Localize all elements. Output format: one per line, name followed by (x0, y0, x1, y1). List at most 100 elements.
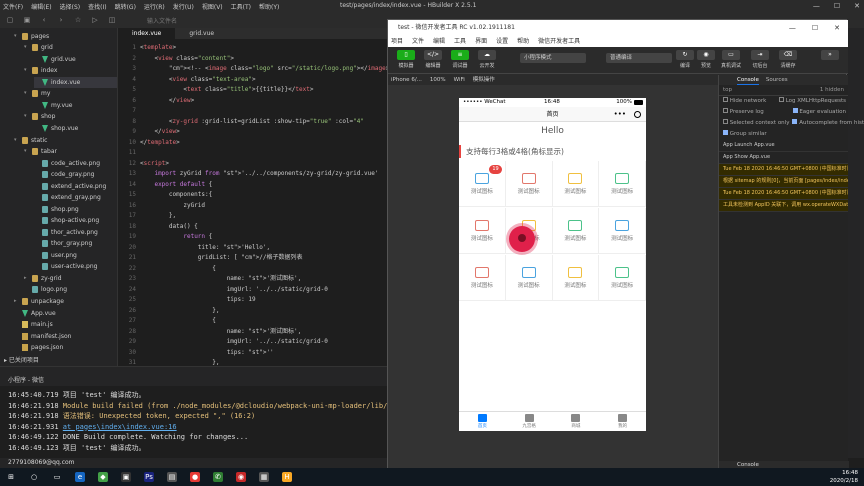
tabbar-item[interactable]: 商城 (553, 412, 600, 431)
background-button[interactable]: ⇥ 切后台 (748, 50, 772, 69)
wechat-icon[interactable]: ✆ (213, 472, 223, 482)
tree-item-js[interactable]: main.js (14, 319, 117, 330)
console-option[interactable]: Autocomplete from history (792, 118, 864, 129)
explorer-icon[interactable]: e (75, 472, 85, 482)
tabbar-item[interactable]: 九宫格 (506, 412, 553, 431)
devtools-menu-item[interactable]: 编辑 (433, 36, 445, 47)
console-option[interactable]: Eager evaluation (792, 107, 848, 118)
wechat-devtools-icon[interactable]: ◆ (98, 472, 108, 482)
closed-projects-label[interactable]: ▸ 已关闭项目 (4, 355, 39, 366)
status-user[interactable]: 2779108069@qq.com (8, 459, 75, 466)
preview-button[interactable]: ◉ 预览 (694, 50, 718, 69)
devtools-menu-item[interactable]: 界面 (475, 36, 487, 47)
tree-item-folder[interactable]: ▸ zy-grid (24, 273, 117, 284)
console-option[interactable]: Preserve log (723, 107, 764, 118)
new-file-icon[interactable]: ▢ (6, 16, 14, 24)
tree-item-png[interactable]: user.png (34, 250, 117, 261)
tree-item-png[interactable]: extend_gray.png (34, 192, 117, 203)
grid-item[interactable]: 测试图标 (459, 255, 506, 301)
grid-item[interactable]: 测试图标 (599, 208, 646, 254)
tree-item-folder[interactable]: ▾ grid (24, 42, 117, 53)
devtools-menu-item[interactable]: 微信开发者工具 (538, 36, 580, 47)
console-option[interactable]: Hide network (723, 96, 766, 107)
grid-item[interactable]: 测试图标 (505, 255, 553, 301)
tabbar-item[interactable]: 我的 (599, 412, 646, 431)
menu-item[interactable]: 跳转(G) (115, 2, 136, 11)
grid-item[interactable]: 测试图标 (599, 255, 646, 301)
tab-console[interactable]: Console (737, 75, 759, 85)
grid-item[interactable]: 测试图标 (552, 208, 600, 254)
tree-item-png[interactable]: shop.png (34, 204, 117, 215)
run-icon[interactable]: ▷ (91, 16, 99, 24)
tree-item-vue[interactable]: App.vue (14, 308, 117, 319)
tree-item-vue[interactable]: my.vue (34, 100, 117, 111)
simulator-button[interactable]: ▯ 模拟器 (394, 50, 418, 69)
devtools-menu-item[interactable]: 工具 (454, 36, 466, 47)
dt-close-icon[interactable]: ✕ (834, 20, 840, 36)
photoshop-icon[interactable]: Ps (144, 472, 154, 482)
devtools-menu-item[interactable]: 文件 (412, 36, 424, 47)
tree-item-folder[interactable]: ▾ static (14, 135, 117, 146)
tree-item-png[interactable]: extend_active.png (34, 181, 117, 192)
grid-item[interactable]: 测试图标 (599, 161, 646, 207)
star-icon[interactable]: ☆ (74, 16, 82, 24)
task-view-icon[interactable]: ▭ (52, 472, 62, 482)
devtools-menu-item[interactable]: 帮助 (517, 36, 529, 47)
tree-item-folder[interactable]: ▾ my (24, 88, 117, 99)
real-debug-button[interactable]: ▭ 真机调试 (719, 50, 743, 69)
capsule-close-icon[interactable] (634, 111, 641, 118)
devtools-menu-item[interactable]: 设置 (496, 36, 508, 47)
tree-item-folder[interactable]: ▸ unpackage (14, 296, 117, 307)
tree-item-png[interactable]: user-active.png (34, 261, 117, 272)
dt-maximize-icon[interactable]: ☐ (812, 20, 818, 36)
start-icon[interactable]: ⊞ (6, 472, 16, 482)
back-icon[interactable]: ‹ (40, 16, 48, 24)
grid-item[interactable]: 测试图标 (505, 161, 553, 207)
tabbar-item[interactable]: 首页 (459, 412, 506, 431)
tree-item-vue[interactable]: grid.vue (34, 54, 117, 65)
device-select[interactable]: iPhone 6/... (391, 75, 422, 85)
details-button[interactable]: » (818, 50, 842, 62)
console-text[interactable]: at pages\index\index.vue:16 (63, 423, 177, 431)
tree-item-folder[interactable]: ▾ index (24, 65, 117, 76)
log-source[interactable]: App.vue (754, 142, 775, 148)
grid-item[interactable]: 测试图标 (459, 208, 506, 254)
terminal-icon[interactable]: ▣ (121, 472, 131, 482)
zoom-select[interactable]: 100% (430, 75, 446, 85)
tree-item-png[interactable]: code_active.png (34, 158, 117, 169)
close-icon[interactable]: ✕ (854, 2, 860, 10)
grid-item[interactable]: 测试图标 (552, 161, 600, 207)
menu-item[interactable]: 查找(I) (88, 2, 106, 11)
tree-item-vue[interactable]: index.vue (34, 77, 117, 88)
folder-icon[interactable]: ▤ (167, 472, 177, 482)
menu-item[interactable]: 文件(F) (3, 2, 23, 11)
context-select[interactable]: top (723, 87, 732, 93)
console-option[interactable]: Log XMLHttpRequests (778, 96, 848, 107)
browser-icon[interactable]: ◫ (108, 16, 116, 24)
menu-item[interactable]: 运行(R) (144, 2, 165, 11)
menu-item[interactable]: 发行(U) (173, 2, 194, 11)
browser-icon[interactable]: ● (190, 472, 200, 482)
console-option[interactable]: Selected context only (723, 118, 789, 129)
compile-select[interactable]: 普通编译 (606, 53, 672, 63)
tree-item-vue[interactable]: shop.vue (34, 123, 117, 134)
console-option[interactable]: Group similar (723, 129, 767, 140)
more-dots-icon[interactable]: ••• (614, 107, 626, 122)
editor-button[interactable]: </> 编辑器 (421, 50, 445, 69)
tab-sources[interactable]: Sources (766, 75, 788, 85)
menu-item[interactable]: 视图(V) (202, 2, 223, 11)
simulate-action-select[interactable]: 模拟操作 (473, 75, 495, 85)
tab-index-vue[interactable]: index.vue (118, 28, 176, 39)
forward-icon[interactable]: › (57, 16, 65, 24)
devtools-menu-item[interactable]: 项目 (391, 36, 403, 47)
cloud-button[interactable]: ☁ 云开发 (475, 50, 499, 69)
maximize-icon[interactable]: ☐ (834, 2, 840, 10)
code-editor[interactable]: 1 <template> 2 <view class="content"> 3 "cm… (118, 40, 388, 366)
search-icon[interactable]: ○ (29, 472, 39, 482)
tree-item-png[interactable]: code_gray.png (34, 169, 117, 180)
debugger-button[interactable]: ≡ 调试器 (448, 50, 472, 69)
network-select[interactable]: WiFi (454, 75, 465, 85)
save-icon[interactable]: ▣ (23, 16, 31, 24)
log-source[interactable]: App.vue (749, 154, 770, 160)
hbuilder-icon[interactable]: H (282, 472, 292, 482)
